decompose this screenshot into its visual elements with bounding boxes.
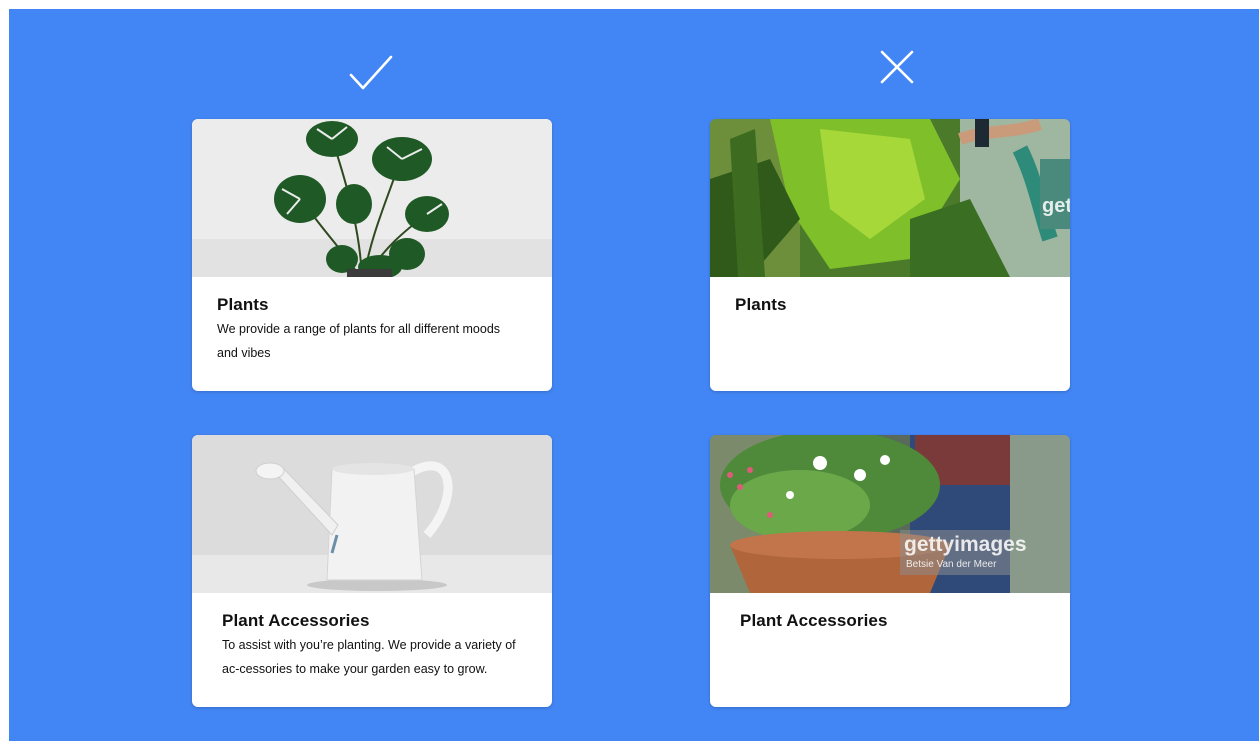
card-title: Plants — [217, 295, 269, 314]
stock-watermark: gett — [1042, 195, 1070, 217]
card-description: We provide a range of plants for all dif… — [217, 322, 501, 360]
watering-can-photo — [192, 435, 552, 593]
good-card-plants[interactable]: Plants We provide a range of plants for … — [192, 119, 552, 391]
card-description: To assist with you’re planting. We provi… — [222, 638, 516, 676]
card-title: Plant Accessories — [740, 611, 888, 630]
good-card-plant-accessories[interactable]: Plant Accessories To assist with you’re … — [192, 435, 552, 707]
close-icon — [879, 49, 915, 85]
stock-watermark: gettyimages — [904, 533, 1027, 556]
stock-watermark-credit: Betsie Van der Meer — [906, 559, 997, 570]
bad-card-plant-accessories[interactable]: gettyimages Betsie Van der Meer Plant Ac… — [710, 435, 1070, 707]
monstera-plant-photo — [192, 119, 552, 277]
card-title: Plants — [735, 295, 787, 314]
card-title: Plant Accessories — [222, 611, 370, 630]
stock-photo-leaves: gett — [710, 119, 1070, 277]
check-icon — [349, 55, 393, 91]
comparison-panel: Plants We provide a range of plants for … — [9, 9, 1259, 741]
stock-photo-flower-pot: gettyimages Betsie Van der Meer — [710, 435, 1070, 593]
bad-card-plants[interactable]: gett Plants — [710, 119, 1070, 391]
